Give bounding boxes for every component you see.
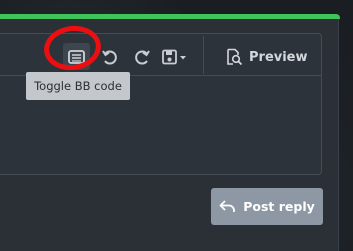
redo-icon [135,50,150,65]
undo-icon [102,50,117,65]
reply-arrow-icon [219,200,236,212]
undo-button[interactable] [100,42,120,72]
toolbar-separator [203,36,204,74]
tooltip-text: Toggle BB code [34,79,122,93]
preview-button[interactable]: Preview [225,42,309,72]
redo-button[interactable] [131,42,153,72]
post-reply-label: Post reply [243,199,315,214]
drafts-menu-button[interactable] [160,42,190,72]
preview-label: Preview [249,49,308,65]
tooltip: Toggle BB code [26,72,130,100]
save-drafts-icon [162,49,186,65]
post-reply-button[interactable]: Post reply [211,188,323,225]
document-search-icon [227,48,243,66]
